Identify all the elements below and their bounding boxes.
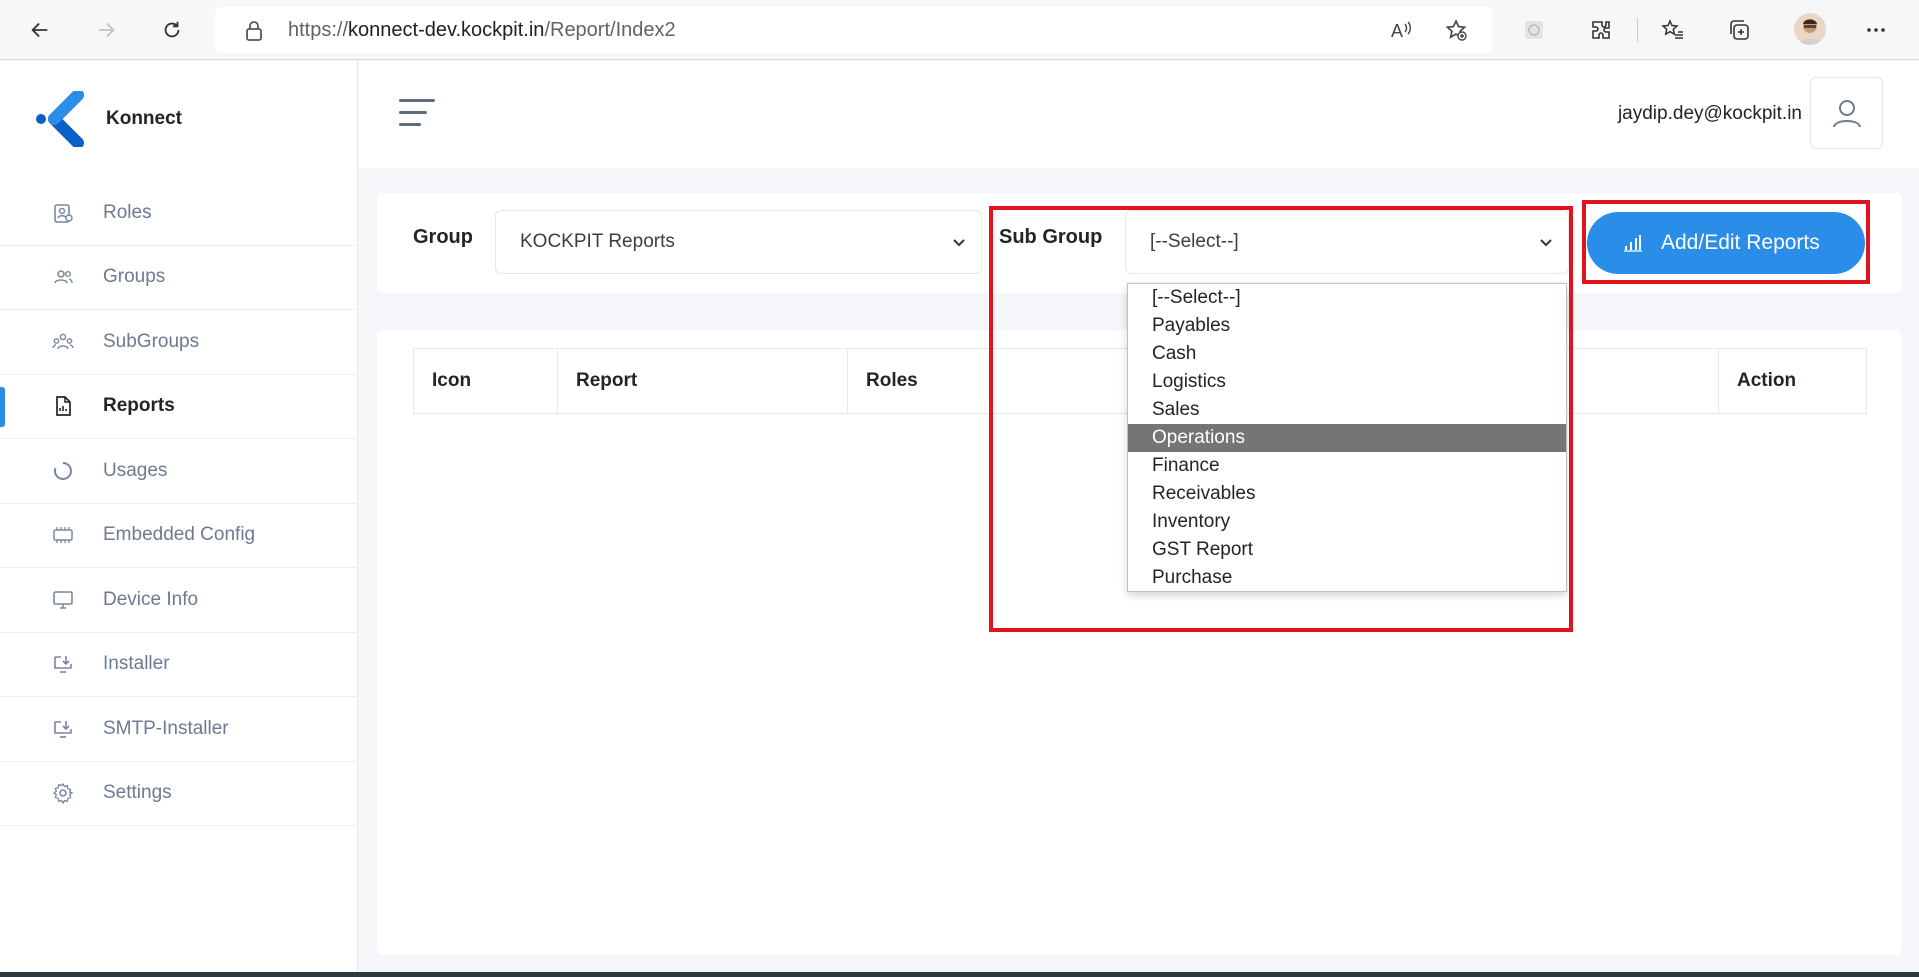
add-button-highlight-box	[1582, 200, 1870, 284]
sidebar-item-roles[interactable]: Roles	[0, 181, 358, 246]
brand-name: Konnect	[106, 108, 182, 129]
sidebar-item-subgroups[interactable]: SubGroups	[0, 310, 358, 375]
roles-icon	[52, 202, 74, 224]
lock-icon[interactable]	[245, 21, 263, 46]
menu-toggle-icon[interactable]	[399, 99, 435, 129]
sidebar-item-smtp-installer[interactable]: SMTP-Installer	[0, 697, 358, 762]
user-email: jaydip.dey@kockpit.in	[1617, 103, 1802, 124]
more-icon[interactable]	[1860, 14, 1892, 46]
settings-icon	[52, 782, 74, 805]
extension-icon[interactable]	[1518, 14, 1550, 46]
profile-avatar[interactable]	[1794, 13, 1826, 45]
column-header-report: Report	[558, 349, 848, 413]
app-header: jaydip.dey@kockpit.in	[359, 61, 1919, 168]
toolbar-divider	[1637, 18, 1638, 42]
sidebar-item-settings[interactable]: Settings	[0, 762, 358, 826]
address-bar[interactable]: https://konnect-dev.kockpit.in/Report/In…	[215, 7, 1492, 53]
group-select[interactable]: KOCKPIT Reports	[495, 210, 982, 274]
sidebar-item-installer[interactable]: Installer	[0, 633, 358, 697]
refresh-icon[interactable]	[154, 12, 190, 48]
konnect-logo	[36, 91, 84, 147]
column-header-icon: Icon	[414, 349, 558, 413]
favorites-icon[interactable]	[1657, 14, 1689, 46]
smtp-installer-icon	[52, 718, 74, 740]
groups-icon	[52, 266, 74, 288]
chevron-down-icon	[953, 239, 965, 247]
sidebar-item-groups[interactable]: Groups	[0, 246, 358, 310]
sidebar-menu: Roles Groups SubGroups Reports Usages Em…	[0, 181, 358, 826]
back-icon[interactable]	[22, 12, 58, 48]
svg-text:A: A	[1391, 21, 1403, 41]
taskbar-edge	[0, 972, 1919, 977]
add-favorite-icon[interactable]	[1440, 14, 1472, 46]
forward-icon[interactable]	[88, 12, 124, 48]
group-label: Group	[413, 226, 473, 248]
read-aloud-icon[interactable]: A	[1385, 14, 1417, 46]
collections-icon[interactable]	[1723, 14, 1755, 46]
sidebar-item-usages[interactable]: Usages	[0, 439, 358, 504]
installer-icon	[52, 653, 74, 675]
browser-toolbar: https://konnect-dev.kockpit.in/Report/In…	[0, 0, 1919, 60]
url-text: https://konnect-dev.kockpit.in/Report/In…	[288, 19, 676, 41]
group-select-value: KOCKPIT Reports	[520, 231, 675, 252]
subgroup-highlight-box	[989, 206, 1573, 632]
user-menu-button[interactable]	[1810, 77, 1883, 149]
column-header-action: Action	[1737, 370, 1797, 391]
subgroups-icon	[52, 331, 74, 353]
brand[interactable]: Konnect	[34, 91, 182, 147]
embedded-config-icon	[52, 524, 74, 546]
sidebar-item-embedded-config[interactable]: Embedded Config	[0, 504, 358, 568]
device-info-icon	[52, 589, 74, 611]
puzzle-icon[interactable]	[1585, 14, 1617, 46]
user-icon	[1832, 100, 1861, 128]
sidebar: Konnect Roles Groups SubGroups Reports U…	[0, 61, 358, 977]
sidebar-item-device-info[interactable]: Device Info	[0, 568, 358, 633]
usages-icon	[52, 460, 74, 482]
sidebar-item-reports[interactable]: Reports	[0, 375, 358, 439]
reports-icon	[52, 395, 74, 417]
